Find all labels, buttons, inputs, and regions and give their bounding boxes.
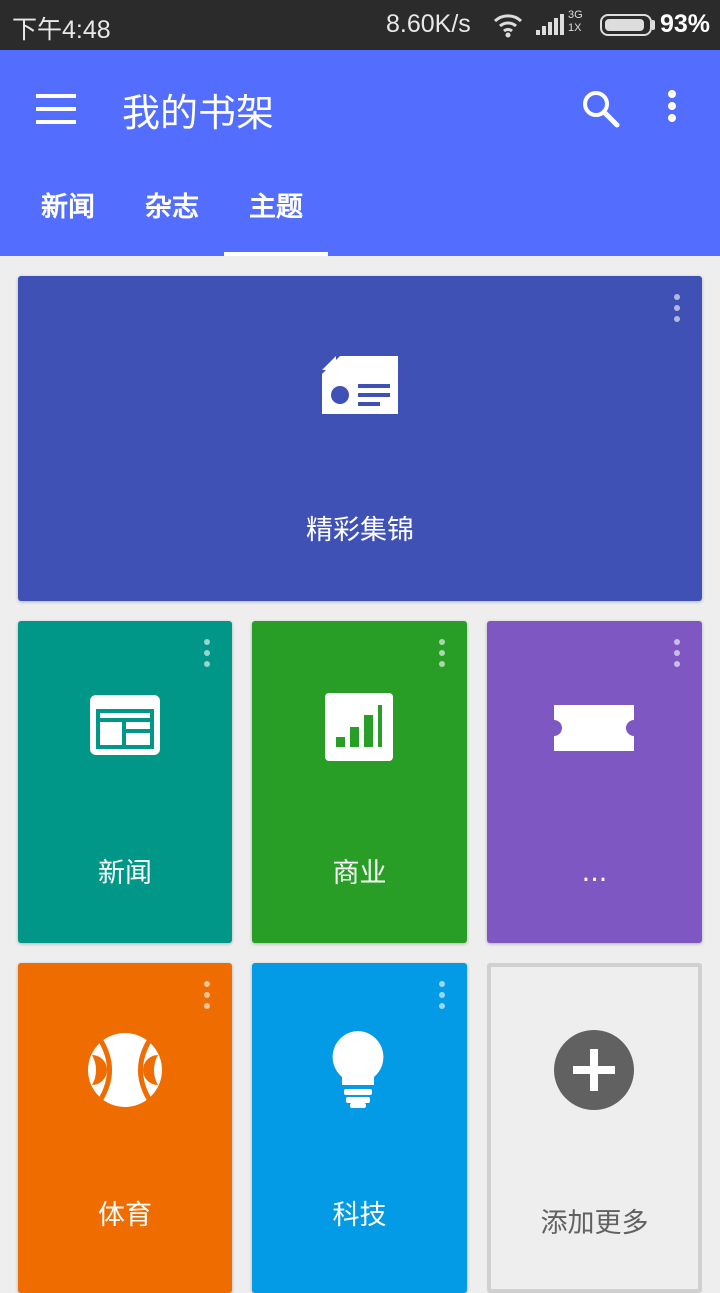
newspaper-icon — [90, 695, 160, 759]
app-bar: 我的书架 新闻 杂志 主题 — [0, 50, 720, 256]
card-more-icon[interactable] — [439, 981, 447, 1011]
lightbulb-icon — [332, 1031, 384, 1113]
bar-chart-icon — [325, 693, 393, 765]
tab-magazines[interactable]: 杂志 — [122, 178, 222, 256]
card-highlights[interactable]: 精彩集锦 — [18, 276, 702, 601]
card-label: 科技 — [332, 1200, 387, 1231]
more-vert-icon[interactable] — [664, 88, 680, 128]
menu-icon[interactable] — [36, 94, 76, 124]
card-more-icon[interactable] — [674, 294, 682, 324]
featured-news-icon — [322, 356, 398, 418]
tab-news[interactable]: 新闻 — [18, 178, 118, 256]
card-entertainment[interactable]: ... — [487, 621, 702, 943]
card-tech[interactable]: 科技 — [252, 963, 467, 1293]
add-circle-icon — [554, 1030, 634, 1114]
card-label: ... — [581, 857, 608, 888]
ticket-icon — [554, 705, 634, 755]
search-icon[interactable] — [580, 88, 622, 130]
network-speed: 8.60K/s — [386, 10, 471, 38]
card-more-icon[interactable] — [204, 981, 212, 1011]
card-news[interactable]: 新闻 — [18, 621, 232, 943]
tab-indicator — [224, 252, 328, 256]
wifi-icon — [492, 12, 524, 43]
card-sports[interactable]: 体育 — [18, 963, 232, 1293]
status-bar: 下午4:48 8.60K/s 3G 1X 93% — [0, 0, 720, 50]
card-add-more[interactable]: 添加更多 — [487, 963, 702, 1293]
page-title: 我的书架 — [122, 91, 275, 135]
network-type: 3G 1X — [568, 9, 583, 34]
card-more-icon[interactable] — [674, 639, 682, 669]
status-time: 下午4:48 — [12, 16, 111, 44]
tennis-ball-icon — [88, 1033, 162, 1111]
battery-icon — [600, 14, 652, 36]
card-more-icon[interactable] — [204, 639, 212, 669]
card-label: 添加更多 — [540, 1208, 649, 1239]
card-business[interactable]: 商业 — [252, 621, 467, 943]
card-label: 精彩集锦 — [306, 515, 414, 546]
tab-topics[interactable]: 主题 — [224, 178, 328, 256]
card-label: 体育 — [98, 1200, 152, 1231]
battery-percent: 93% — [660, 10, 711, 38]
card-label: 新闻 — [98, 858, 152, 889]
signal-icon — [536, 14, 566, 41]
tab-bar: 新闻 杂志 主题 — [0, 178, 720, 256]
card-more-icon[interactable] — [439, 639, 447, 669]
card-label: 商业 — [332, 858, 387, 889]
